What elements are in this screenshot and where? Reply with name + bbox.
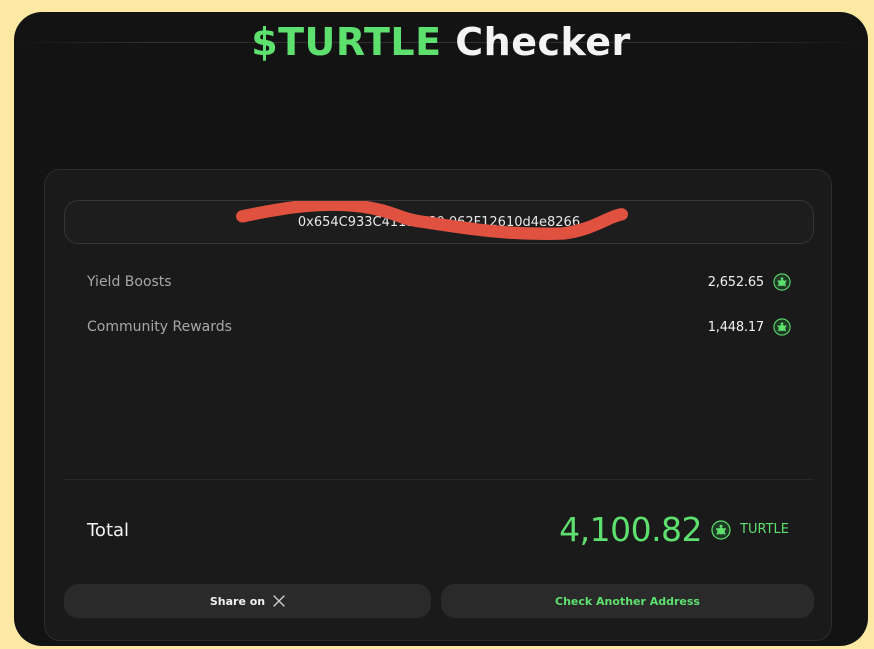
turtle-token-icon [711, 519, 731, 540]
page-title: $TURTLE Checker [14, 20, 868, 64]
turtle-token-icon [773, 273, 791, 291]
breakdown-label: Yield Boosts [87, 274, 172, 290]
turtle-token-icon [773, 318, 791, 336]
wallet-address-text: 0x654C933C4113fA80 062F12610d4e8266 [297, 214, 581, 230]
total-value: 4,100.82 [559, 510, 703, 549]
breakdown-value: 2,652.65 [707, 274, 764, 290]
share-button-label: Share on [209, 594, 266, 608]
x-logo-icon [273, 595, 285, 607]
breakdown-value: 1,448.17 [707, 319, 764, 335]
breakdown-row-yield-boosts: Yield Boosts 2,652.65 [87, 270, 791, 294]
share-on-x-button[interactable]: Share on [64, 584, 431, 618]
check-button-label: Check Another Address [555, 594, 700, 608]
total-divider [64, 479, 814, 480]
breakdown-row-community-rewards: Community Rewards 1,448.17 [87, 315, 791, 339]
results-card: 0x654C933C4113fA80 062F12610d4e8266 Yiel… [44, 169, 832, 641]
wallet-address-field[interactable]: 0x654C933C4113fA80 062F12610d4e8266 [64, 200, 814, 244]
title-rest: Checker [455, 20, 631, 64]
app-frame: $TURTLE Checker 0x654C933C4113fA80 062F1… [14, 12, 868, 646]
total-label: Total [87, 520, 130, 541]
total-amount: 4,100.82 TURTLE [559, 510, 789, 549]
check-another-address-button[interactable]: Check Another Address [441, 584, 814, 618]
breakdown-label: Community Rewards [87, 319, 232, 335]
total-unit: TURTLE [740, 522, 789, 537]
title-accent: $TURTLE [251, 20, 442, 64]
